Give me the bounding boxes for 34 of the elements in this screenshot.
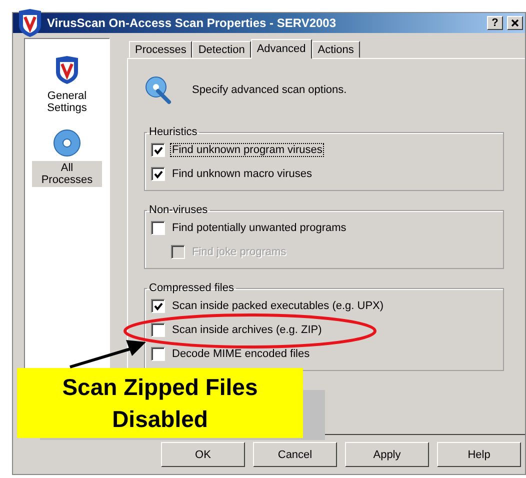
dialog-button[interactable]: OK [161, 442, 245, 467]
option-label: Decode MIME encoded files [171, 348, 311, 360]
group-title: Non-viruses [148, 204, 209, 216]
sidebar-item[interactable]: All Processes [32, 161, 102, 187]
callout-note: Scan Zipped Files Disabled [17, 368, 303, 438]
tab[interactable]: Processes [129, 41, 192, 58]
checkbox[interactable] [151, 167, 165, 181]
checkbox[interactable] [151, 221, 165, 235]
help-button[interactable]: ? [487, 16, 503, 30]
close-icon [511, 19, 519, 27]
tab[interactable]: Actions [312, 41, 360, 58]
tab[interactable]: Detection [192, 41, 251, 58]
disc-wrench-icon [144, 75, 174, 105]
group-title: Compressed files [148, 282, 235, 294]
option-label: Find unknown program viruses [171, 144, 324, 156]
checkbox[interactable] [151, 323, 165, 337]
group-title: Heuristics [148, 126, 198, 138]
checkbox[interactable] [151, 299, 165, 313]
window-title: VirusScan On-Access Scan Properties - SERV2003 [47, 16, 338, 30]
tab[interactable]: Advanced [250, 39, 312, 59]
shield-icon [54, 55, 80, 85]
option-label: Find potentially unwanted programs [171, 222, 348, 234]
sidebar-item[interactable]: General Settings [32, 89, 102, 115]
close-button[interactable] [507, 16, 523, 30]
dialog-button[interactable]: Help [437, 442, 521, 467]
dialog-button[interactable]: Cancel [253, 442, 337, 467]
description-text: Specify advanced scan options. [192, 84, 347, 96]
option-label: Find unknown macro viruses [171, 168, 314, 180]
checkbox[interactable] [151, 347, 165, 361]
dialog-button[interactable]: Apply [345, 442, 429, 467]
option-label: Scan inside packed executables (e.g. UPX) [171, 300, 385, 312]
checkbox[interactable] [151, 143, 165, 157]
disc-icon [53, 129, 81, 157]
option-label: Scan inside archives (e.g. ZIP) [171, 324, 323, 336]
